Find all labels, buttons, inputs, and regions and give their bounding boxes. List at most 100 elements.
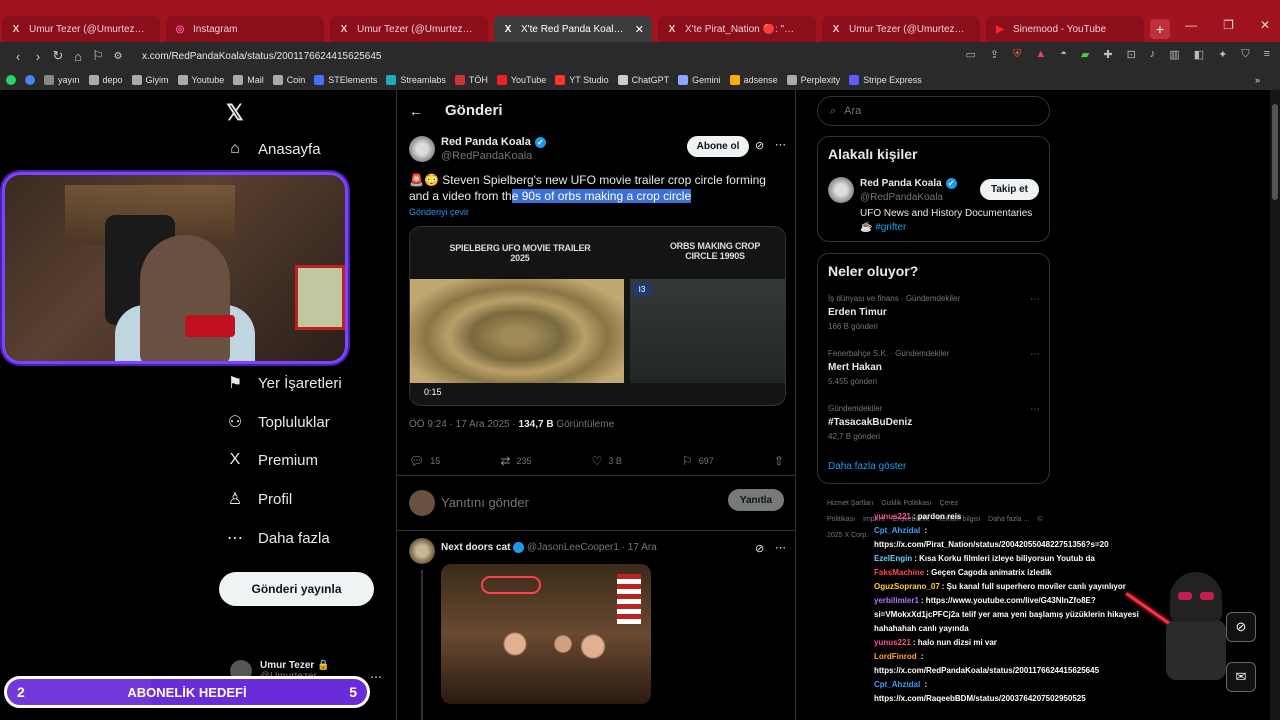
show-more-link[interactable]: Daha fazla göster — [828, 461, 906, 472]
bookmark-item[interactable]: depo — [88, 75, 123, 85]
back-icon[interactable]: ‹ — [8, 49, 28, 64]
bookmark-item[interactable]: Streamlabs — [386, 75, 446, 85]
bookmark-item[interactable]: ChatGPT — [617, 75, 669, 85]
bookmark-item[interactable]: adsense — [729, 75, 778, 85]
extension-icon[interactable]: ◓ — [1060, 48, 1067, 61]
sidebar-icon[interactable]: ▥ — [1169, 48, 1179, 61]
share-action[interactable]: ⇧ — [774, 454, 784, 468]
trend-item[interactable]: İş dünyası ve finans · Gündemdekiler Erde… — [828, 294, 1040, 331]
more-options-icon[interactable]: ⋯ — [775, 541, 786, 554]
trend-more-icon[interactable]: ⋯ — [1030, 294, 1040, 305]
brave-shield-icon[interactable]: ⛨ — [1013, 48, 1021, 61]
tweet-timestamp[interactable]: ÖÖ 9:24 · 17 Ara 2025 · — [409, 419, 519, 430]
close-tab-icon[interactable]: ✕ — [629, 23, 644, 36]
browser-tab[interactable]: ◎ Instagram — [166, 16, 324, 42]
x-logo-icon[interactable]: 𝕏 — [226, 100, 244, 126]
footer-link[interactable]: Hizmet Şartları — [827, 500, 873, 507]
grok-icon[interactable]: ⊘ — [755, 139, 764, 152]
bookmark-item[interactable]: Youtube — [177, 75, 224, 85]
avatar[interactable] — [828, 177, 854, 203]
more-options-icon[interactable]: ⋯ — [775, 138, 786, 151]
nav-item-premium[interactable]: X Premium — [226, 451, 318, 469]
reply-input[interactable]: Yanıtını gönder — [441, 495, 529, 510]
bookmark-item[interactable]: YT Studio — [555, 75, 609, 85]
home-icon[interactable]: ⌂ — [68, 49, 88, 64]
share-icon[interactable]: ⇪ — [990, 48, 999, 61]
bookmark-item[interactable]: Giyim — [131, 75, 169, 85]
tweet-video[interactable]: SPIELBERG UFO MOVIE TRAILER 2025 ORBS MA… — [409, 226, 786, 406]
site-info-icon[interactable]: ⚙ — [108, 51, 128, 62]
scrollbar-thumb[interactable] — [1272, 104, 1278, 200]
restore-icon[interactable]: ❐ — [1223, 18, 1234, 32]
bookmark-item[interactable]: TÖH — [454, 75, 488, 85]
hashtag-link[interactable]: ☕ #grifter — [860, 221, 1032, 235]
reply-button[interactable]: Yanıtla — [728, 489, 784, 511]
reply-action[interactable]: 💬︎ 15 — [409, 454, 440, 468]
url-field[interactable]: x.com/RedPandaKoala/status/2001176624415… — [142, 51, 381, 62]
bookmark-page-icon[interactable]: ⚐ — [88, 48, 108, 64]
trend-item[interactable]: Gündemdekiler #TasacakBuDeniz 42,7 B gönde… — [828, 404, 1040, 441]
author-handle[interactable]: @RedPandaKoala — [441, 150, 532, 162]
rewards-icon[interactable]: ▲ — [1035, 48, 1046, 61]
bookmark-item[interactable]: yayın — [44, 75, 80, 85]
nav-item-home[interactable]: ⌂ Anasayfa — [226, 140, 320, 158]
translate-link[interactable]: Gönderiyi çevir — [409, 207, 469, 217]
trend-more-icon[interactable]: ⋯ — [1030, 404, 1040, 415]
forward-icon[interactable]: › — [28, 49, 48, 64]
bookmark-action[interactable]: ⚐ 697 — [682, 454, 714, 468]
reload-icon[interactable]: ↻ — [48, 48, 68, 64]
messages-side-icon[interactable]: ✉ — [1226, 662, 1256, 692]
repost-action[interactable]: ⇄ 235 — [500, 454, 531, 468]
cast-icon[interactable]: ▭ — [965, 48, 975, 61]
menu-icon[interactable]: ≡ — [1264, 48, 1270, 61]
footer-link[interactable]: Gizlilik Politikası — [881, 500, 931, 507]
author-name[interactable]: Red Panda Koala ✓ — [441, 136, 546, 148]
whatsapp-icon[interactable] — [6, 75, 16, 85]
nav-item-bookmarks[interactable]: ⚑ Yer İşaretleri — [226, 373, 342, 393]
trend-more-icon[interactable]: ⋯ — [1030, 349, 1040, 360]
browser-tab[interactable]: X X'te Red Panda Koala: "🚨😳 St✕ — [494, 16, 652, 42]
bookmark-item[interactable]: Mail — [233, 75, 264, 85]
reply-author-avatar[interactable] — [409, 538, 435, 564]
like-action[interactable]: ♡ 3 B — [592, 454, 622, 468]
search-input[interactable]: ⌕ Ara — [817, 96, 1050, 126]
google-icon[interactable] — [25, 75, 35, 85]
bookmark-item[interactable]: STElements — [314, 75, 377, 85]
browser-tab[interactable]: ▶ Sinemood - YouTube — [986, 16, 1144, 42]
bookmark-item[interactable]: Perplexity — [786, 75, 840, 85]
page-scrollbar[interactable] — [1270, 90, 1280, 720]
follow-button[interactable]: Takip et — [980, 179, 1039, 200]
browser-tab[interactable]: X X'te Pirat_Nation 🔴: "Mr. House in — [658, 16, 816, 42]
post-button[interactable]: Gönderi yayınla — [219, 572, 374, 606]
author-avatar[interactable] — [409, 136, 435, 162]
nav-item-more[interactable]: ⋯ Daha fazla — [226, 528, 330, 548]
grok-side-icon[interactable]: ⊘ — [1226, 612, 1256, 642]
music-icon[interactable]: ♪ — [1150, 48, 1156, 61]
bookmark-item[interactable]: Stripe Express — [849, 75, 922, 85]
browser-tab[interactable]: X Umur Tezer (@Umurtezer) / X — [330, 16, 488, 42]
puzzle-icon[interactable]: ✚ — [1103, 48, 1112, 61]
bookmark-item[interactable]: Coin — [272, 75, 305, 85]
subscribe-button[interactable]: Abone ol — [687, 136, 749, 157]
reply-image[interactable] — [441, 564, 651, 704]
browser-tab[interactable]: X Umur Tezer (@Umurtezer) / X — [2, 16, 160, 42]
trend-item[interactable]: Fenerbahçe S.K. · Gündemdekiler Mert Haka… — [828, 349, 1040, 386]
nav-item-profile[interactable]: ♙ Profil — [226, 489, 292, 509]
bookmarks-overflow-icon[interactable]: » — [1255, 75, 1260, 85]
minimize-icon[interactable]: — — [1185, 18, 1197, 32]
browser-tab[interactable]: X Umur Tezer (@Umurtezer) / X — [822, 16, 980, 42]
bookmark-item[interactable]: YouTube — [496, 75, 546, 85]
related-name[interactable]: Red Panda Koala ✓ — [860, 178, 957, 189]
vpn-icon[interactable]: ⛉ — [1241, 48, 1249, 61]
new-tab-button[interactable]: + — [1150, 19, 1170, 39]
close-window-icon[interactable]: ✕ — [1260, 18, 1270, 32]
screenshot-icon[interactable]: ⊡ — [1127, 48, 1136, 61]
account-more-icon[interactable]: ⋯ — [370, 670, 382, 684]
wallet-icon[interactable]: ◧ — [1194, 48, 1204, 61]
bookmark-item[interactable]: Gemini — [678, 75, 721, 85]
grok-icon[interactable]: ⊘ — [755, 542, 764, 555]
extension-icon[interactable]: ▰ — [1081, 48, 1089, 61]
reply-author[interactable]: Next doors cat ✓ @JasonLeeCooper1 · 17 A… — [441, 542, 657, 553]
nav-item-communities[interactable]: ⚇ Topluluklar — [226, 412, 330, 432]
back-arrow-icon[interactable]: ← — [409, 103, 423, 119]
